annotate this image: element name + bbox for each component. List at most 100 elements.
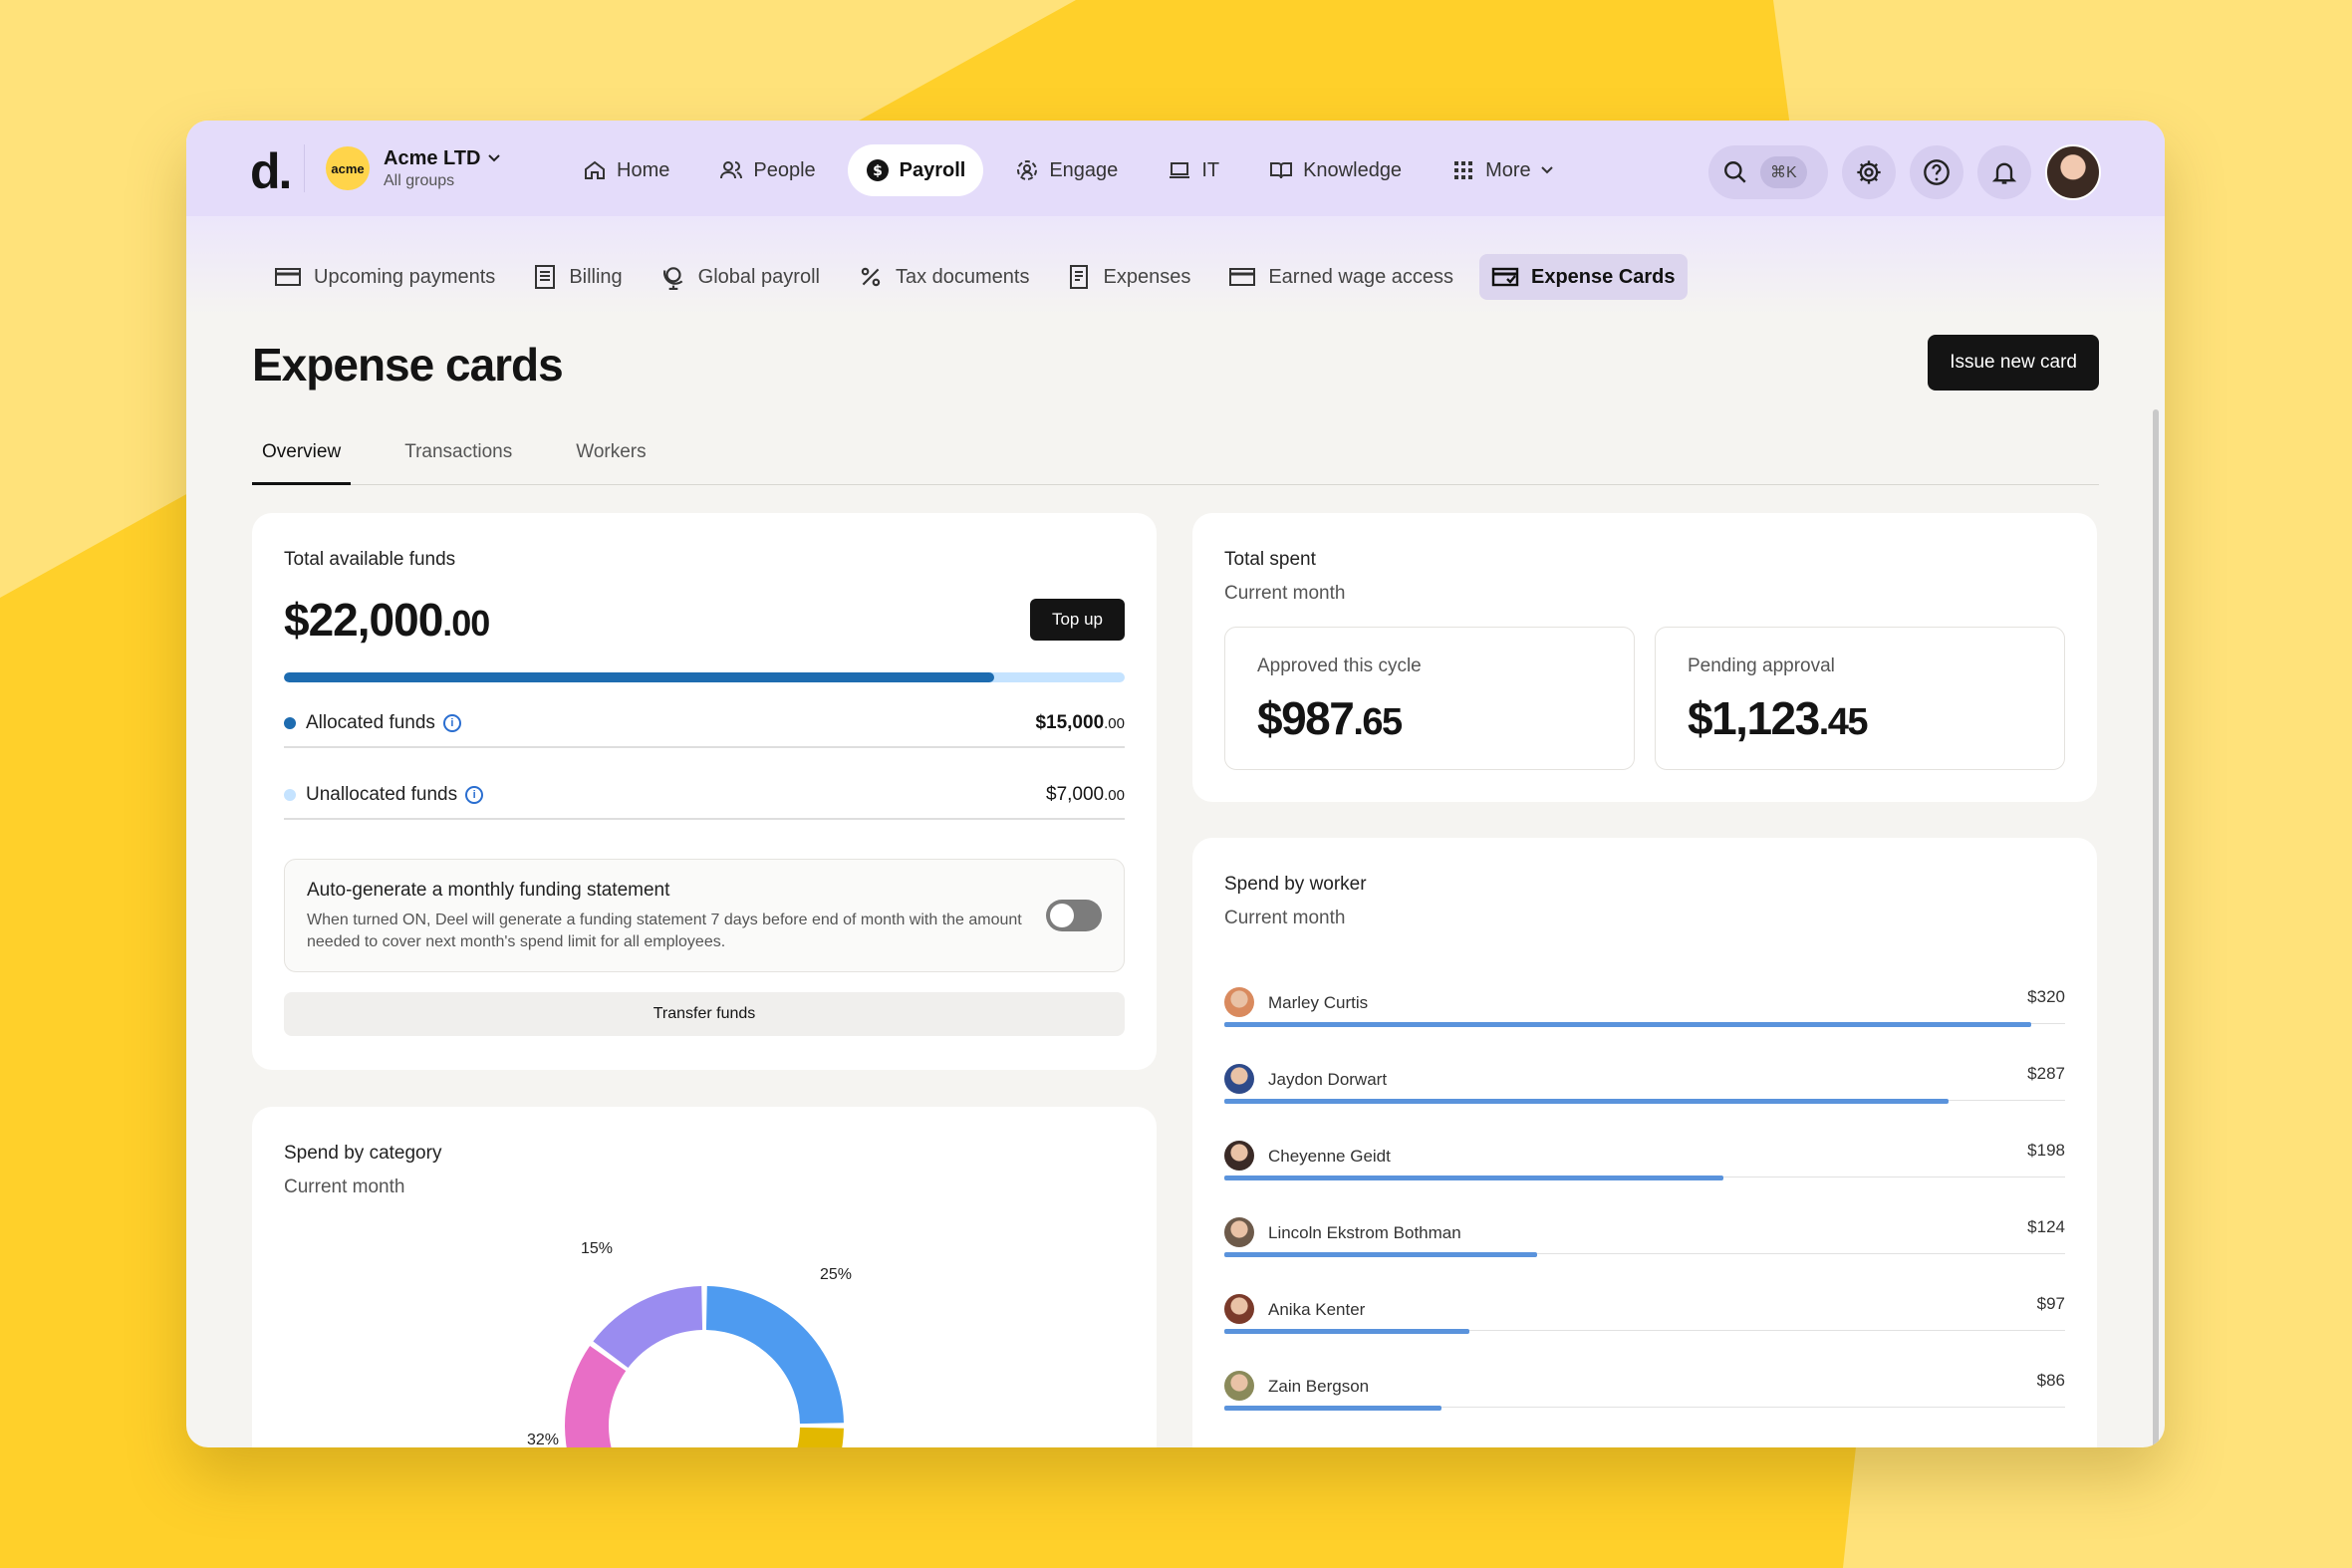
unallocated-funds-row: Unallocated funds i $7,000.00 [284, 772, 1125, 820]
spend-by-category-card: Spend by category Current month 15% 25% … [252, 1107, 1157, 1447]
auto-funding-toggle[interactable] [1046, 900, 1102, 931]
auto-funding-title: Auto-generate a monthly funding statemen… [307, 880, 670, 901]
org-name: Acme LTD [384, 146, 481, 169]
subnav-upcoming-payments[interactable]: Upcoming payments [262, 254, 507, 300]
subnav-expense-cards[interactable]: Expense Cards [1479, 254, 1688, 300]
worker-amount: $86 [2036, 1371, 2065, 1390]
home-icon [585, 160, 605, 179]
nav-home[interactable]: Home [565, 144, 687, 196]
auto-funding-description: When turned ON, Deel will generate a fun… [307, 912, 1022, 950]
subnav-expenses[interactable]: Expenses [1055, 254, 1202, 300]
approved-label: Approved this cycle [1257, 655, 1422, 676]
toggle-knob [1050, 904, 1074, 927]
worker-avatar [1224, 1217, 1254, 1247]
subnav-label: Upcoming payments [314, 265, 496, 288]
worker-avatar [1224, 1294, 1254, 1324]
donut-slice[interactable] [593, 1286, 703, 1369]
worker-row[interactable]: Marley Curtis $320 [1224, 973, 2065, 1050]
subnav-tax-documents[interactable]: Tax documents [846, 254, 1042, 300]
nav-knowledge[interactable]: Knowledge [1251, 144, 1420, 196]
top-navbar: d. acme Acme LTD All groups Home People [186, 121, 2165, 216]
subnav-billing[interactable]: Billing [521, 254, 634, 300]
info-icon[interactable]: i [442, 714, 461, 732]
top-up-button[interactable]: Top up [1029, 599, 1125, 641]
nav-label: Home [617, 158, 670, 181]
pending-stat: Pending approval $1,123.45 [1655, 627, 2065, 770]
workers-title: Spend by worker [1224, 874, 1367, 895]
nav-it[interactable]: IT [1150, 144, 1237, 196]
donut-slice[interactable] [681, 1427, 844, 1447]
worker-bar [1224, 1099, 1949, 1104]
percent-icon [861, 267, 881, 287]
tab-transactions[interactable]: Transactions [394, 437, 522, 485]
help-button[interactable] [1910, 145, 1963, 199]
settings-button[interactable] [1842, 145, 1896, 199]
help-icon [1924, 159, 1950, 185]
tab-workers[interactable]: Workers [566, 437, 655, 485]
issue-new-card-button[interactable]: Issue new card [1928, 335, 2099, 391]
subnav-global-payroll[interactable]: Global payroll [649, 254, 832, 300]
worker-row[interactable]: Anika Kenter $97 [1224, 1280, 2065, 1357]
total-spent-card: Total spent Current month Approved this … [1192, 513, 2097, 802]
worker-avatar [1224, 1371, 1254, 1401]
transfer-funds-button[interactable]: Transfer funds [284, 992, 1125, 1036]
funds-progress-bar [284, 672, 1125, 682]
spent-subtitle: Current month [1224, 583, 1346, 604]
engage-icon [1017, 160, 1038, 180]
tab-overview[interactable]: Overview [252, 437, 352, 485]
worker-bar [1224, 1406, 1441, 1411]
avatar[interactable] [2045, 144, 2101, 200]
app-window: d. acme Acme LTD All groups Home People [186, 121, 2165, 1447]
search-button[interactable]: ⌘K [1708, 145, 1828, 199]
people-icon [720, 161, 743, 179]
worker-row[interactable]: Cheyenne Geidt $198 [1224, 1127, 2065, 1203]
org-subtitle: All groups [384, 171, 455, 189]
worker-row[interactable]: Jaydon Dorwart $287 [1224, 1050, 2065, 1127]
worker-bar [1224, 1329, 1469, 1334]
svg-text:$: $ [873, 163, 883, 179]
worker-amount: $287 [2027, 1064, 2065, 1083]
allocated-dot [284, 717, 296, 729]
donut-label: 32% [527, 1432, 560, 1447]
worker-avatar [1224, 1141, 1254, 1171]
nav-more[interactable]: More [1434, 144, 1571, 196]
org-switcher[interactable]: acme Acme LTD All groups [326, 146, 501, 190]
funds-progress-fill [284, 672, 995, 682]
worker-name: Cheyenne Geidt [1268, 1147, 1391, 1166]
unallocated-label: Unallocated funds [306, 784, 458, 805]
nav-label: Knowledge [1303, 158, 1403, 181]
notifications-button[interactable] [1977, 145, 2031, 199]
donut-slice[interactable] [705, 1286, 844, 1425]
chevron-down-icon [1540, 166, 1553, 174]
main-nav: Home People $ Payroll Engage IT Knowledg… [565, 144, 1571, 196]
nav-payroll[interactable]: $ Payroll [847, 144, 984, 196]
funds-card: Total available funds $22,000.00 Top up … [252, 513, 1157, 1070]
scrollbar[interactable] [2153, 409, 2159, 1447]
worker-name: Zain Bergson [1268, 1377, 1370, 1396]
card-icon [1229, 268, 1256, 286]
allocated-value: $15,000.00 [1035, 712, 1125, 733]
subnav-earned-wage-access[interactable]: Earned wage access [1216, 254, 1465, 300]
donut-chart [565, 1286, 844, 1447]
worker-bar [1224, 1252, 1537, 1257]
subnav-label: Billing [569, 265, 623, 288]
deel-logo[interactable]: d. [250, 142, 292, 200]
pending-label: Pending approval [1688, 655, 1835, 676]
info-icon[interactable]: i [465, 786, 484, 804]
subnav-label: Expense Cards [1531, 265, 1676, 288]
worker-row[interactable]: Zain Bergson $86 [1224, 1357, 2065, 1434]
funds-title: Total available funds [284, 549, 456, 570]
worker-list: Marley Curtis $320 Jaydon Dorwart $287 Cheye… [1224, 973, 2065, 1447]
org-badge: acme [326, 146, 370, 190]
nav-engage[interactable]: Engage [997, 144, 1136, 196]
worker-name: Lincoln Ekstrom Bothman [1268, 1223, 1461, 1242]
subnav-label: Expenses [1103, 265, 1191, 288]
nav-label: More [1485, 158, 1531, 181]
allocated-funds-row: Allocated funds i $15,000.00 [284, 700, 1125, 748]
donut-label: 15% [581, 1240, 614, 1257]
worker-row[interactable]: Tatiana Workman$34 [1224, 1434, 2065, 1447]
worker-avatar [1224, 987, 1254, 1017]
nav-people[interactable]: People [701, 144, 833, 196]
subnav-items: Upcoming payments Billing Global payroll… [262, 254, 1688, 300]
worker-row[interactable]: Lincoln Ekstrom Bothman $124 [1224, 1203, 2065, 1280]
